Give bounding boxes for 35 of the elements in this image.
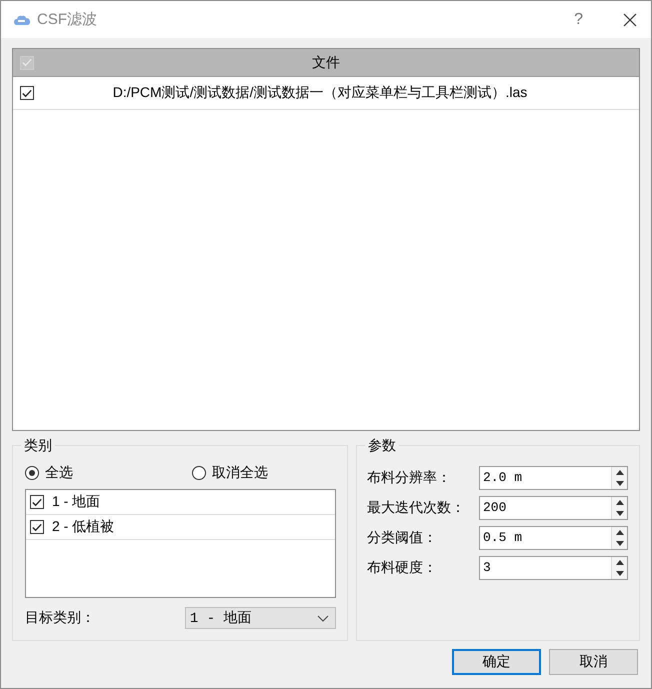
close-icon bbox=[623, 12, 637, 26]
dropdown[interactable]: 1 - 地面 bbox=[184, 607, 336, 629]
field-label: 布料分辨率： bbox=[366, 469, 451, 487]
dialog-button[interactable]: 确定 bbox=[452, 649, 541, 675]
up-triangle-icon[interactable] bbox=[616, 470, 624, 475]
list-item[interactable]: 2 - 低植被 bbox=[52, 518, 114, 536]
field-label: 目标类别： bbox=[25, 609, 95, 627]
help-button[interactable]: ? bbox=[574, 10, 583, 28]
field-label: 布料硬度： bbox=[366, 559, 437, 577]
spin-box[interactable]: 0.5 m bbox=[479, 526, 628, 550]
dialog-button[interactable]: 取消 bbox=[549, 649, 638, 675]
up-triangle-icon[interactable] bbox=[616, 560, 624, 565]
up-triangle-icon[interactable] bbox=[616, 530, 624, 535]
window-title: CSF滤波 bbox=[37, 10, 97, 29]
down-triangle-icon[interactable] bbox=[616, 541, 624, 546]
field-label: 分类阈值： bbox=[366, 529, 437, 547]
down-triangle-icon[interactable] bbox=[616, 511, 624, 516]
checkbox[interactable] bbox=[30, 520, 44, 534]
table-cell-text: D:/PCM测试/测试数据/测试数据一（对应菜单栏与工具栏测试）.las bbox=[112, 84, 528, 102]
list-item[interactable]: 1 - 地面 bbox=[52, 493, 100, 511]
down-triangle-icon[interactable] bbox=[616, 571, 624, 576]
spin-box[interactable]: 2.0 m bbox=[479, 466, 628, 490]
group-title: 类别 bbox=[21, 437, 55, 455]
radio-option[interactable]: 取消全选 bbox=[192, 464, 268, 482]
up-triangle-icon[interactable] bbox=[616, 500, 624, 505]
radio-option[interactable]: 全选 bbox=[25, 464, 73, 482]
cloud-icon bbox=[13, 14, 31, 26]
field-label: 最大迭代次数： bbox=[366, 499, 465, 517]
checkbox[interactable] bbox=[20, 86, 34, 100]
down-triangle-icon[interactable] bbox=[616, 481, 624, 486]
chevron-down-icon bbox=[316, 614, 329, 622]
checkbox[interactable] bbox=[30, 495, 44, 509]
group-title: 参数 bbox=[364, 437, 399, 455]
spin-box[interactable]: 3 bbox=[479, 556, 628, 580]
spin-box[interactable]: 200 bbox=[479, 496, 628, 520]
